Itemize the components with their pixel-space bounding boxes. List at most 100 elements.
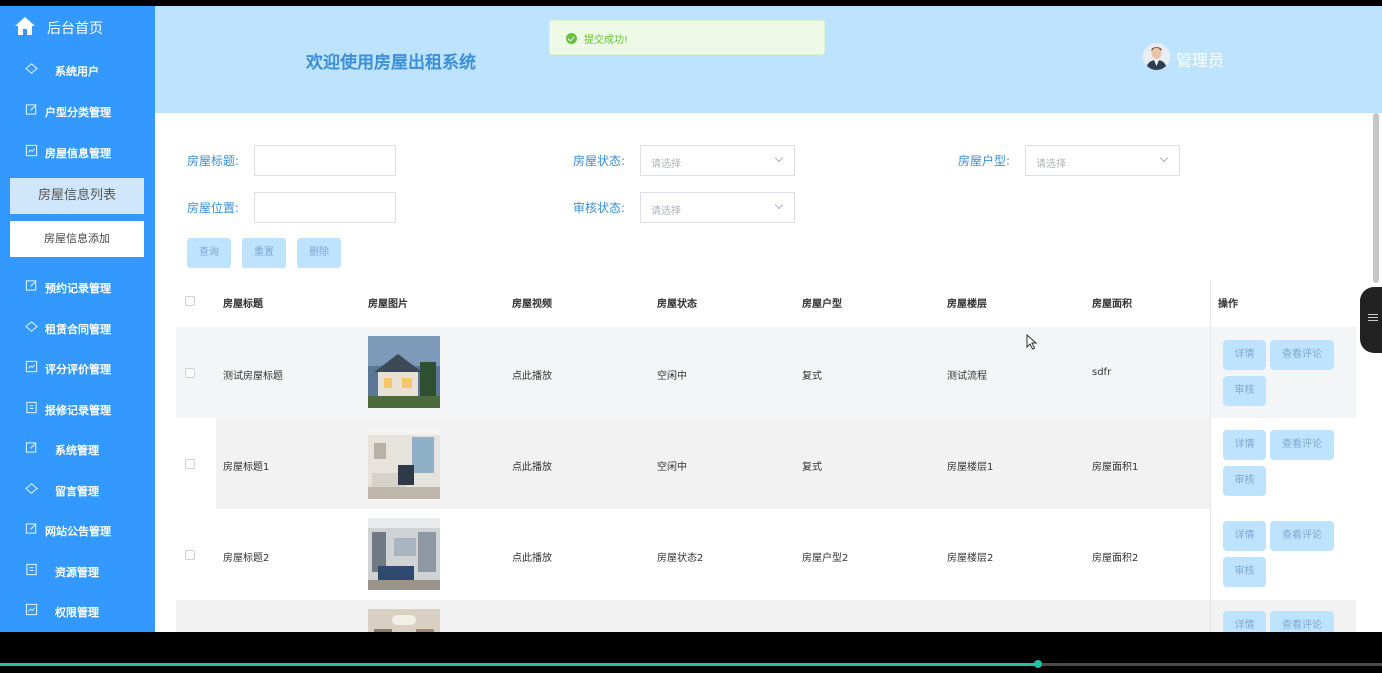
row-checkbox[interactable] bbox=[185, 459, 195, 469]
house-image[interactable] bbox=[368, 336, 440, 408]
query-button[interactable]: 查询 bbox=[187, 238, 231, 268]
check-circle-icon bbox=[566, 33, 577, 44]
sidebar-item-reservation[interactable]: 预约记录管理 bbox=[0, 267, 155, 307]
chevron-down-icon bbox=[774, 200, 784, 210]
detail-button[interactable]: 详情 bbox=[1223, 430, 1266, 460]
house-table: 房屋标题 房屋图片 房屋视频 房屋状态 房屋户型 房屋楼层 房屋面积 操作 测试… bbox=[176, 280, 1356, 632]
edit-icon bbox=[25, 104, 37, 115]
view-comments-button[interactable]: 查看评论 bbox=[1270, 430, 1334, 460]
diamond-icon bbox=[25, 63, 38, 74]
sidebar-item-contract[interactable]: 租赁合同管理 bbox=[0, 308, 155, 348]
sidebar-item-label: 报修记录管理 bbox=[45, 404, 111, 417]
sidebar-item-rating[interactable]: 评分评价管理 bbox=[0, 348, 155, 388]
type-select[interactable]: 请选择 bbox=[1025, 145, 1180, 176]
cell-area: 房屋面积1 bbox=[1092, 462, 1139, 473]
table-row: 房屋标题2 点此播放 房屋状态2 房屋户型2 房屋楼层2 房屋面积2 bbox=[176, 509, 1356, 600]
cell-title: 房屋标题2 bbox=[223, 553, 270, 564]
sidebar-item-label: 预约记录管理 bbox=[45, 282, 111, 295]
video-progress-bar[interactable] bbox=[0, 632, 1382, 673]
sidebar: 后台首页 系统用户 户型分类管理 房屋信息管理 房屋信息列表 房屋信息添加 预约… bbox=[0, 6, 155, 632]
user-name[interactable]: 管理员 bbox=[1176, 47, 1224, 71]
site-title: 欢迎使用房屋出租系统 bbox=[306, 53, 476, 73]
sidebar-item-notices[interactable]: 网站公告管理 bbox=[0, 510, 155, 550]
chart-icon bbox=[25, 144, 38, 157]
column-header: 房屋标题 bbox=[223, 299, 263, 310]
cell-status: 空闲中 bbox=[657, 371, 687, 382]
table-row: 测试房屋标题 点此播放 空闲中 复式 测试流程 sdfr bbox=[176, 327, 1356, 418]
cell-floor: 测试流程 bbox=[947, 371, 987, 382]
sidebar-item-label: 系统管理 bbox=[55, 444, 99, 457]
sidebar-item-label: 评分评价管理 bbox=[45, 363, 111, 376]
cell-video[interactable]: 点此播放 bbox=[512, 549, 552, 564]
status-placeholder: 请选择 bbox=[651, 159, 681, 170]
audit-button[interactable]: 审核 bbox=[1223, 376, 1266, 406]
sidebar-item-label: 留言管理 bbox=[55, 485, 99, 498]
column-header: 房屋楼层 bbox=[947, 299, 987, 310]
select-all-checkbox[interactable] bbox=[185, 296, 195, 306]
reset-button[interactable]: 重置 bbox=[242, 238, 286, 268]
progress-fill bbox=[0, 663, 1038, 666]
sidebar-item-label: 网站公告管理 bbox=[45, 525, 111, 538]
sidebar-item-messages[interactable]: 留言管理 bbox=[0, 470, 155, 510]
location-input[interactable] bbox=[254, 192, 396, 223]
sidebar-item-users[interactable]: 系统用户 bbox=[0, 50, 155, 90]
detail-button[interactable]: 详情 bbox=[1223, 340, 1266, 370]
chart-icon bbox=[25, 603, 38, 616]
delete-button[interactable]: 删除 bbox=[297, 238, 341, 268]
table-row: 房屋标题1 点此播放 空闲中 复式 房屋楼层1 房屋面积1 bbox=[176, 418, 1356, 509]
status-label: 房屋状态: bbox=[573, 154, 626, 168]
audit-button[interactable]: 审核 bbox=[1223, 466, 1266, 496]
house-image[interactable] bbox=[368, 609, 440, 632]
sidebar-item-house-info[interactable]: 房屋信息管理 bbox=[0, 132, 155, 172]
sidebar-subitem-house-list[interactable]: 房屋信息列表 bbox=[10, 178, 144, 214]
house-image[interactable] bbox=[368, 518, 440, 590]
row-checkbox[interactable] bbox=[185, 550, 195, 560]
audit-label: 审核状态: bbox=[573, 201, 626, 215]
column-header: 房屋图片 bbox=[368, 299, 408, 310]
detail-button[interactable]: 详情 bbox=[1223, 521, 1266, 551]
cell-title: 测试房屋标题 bbox=[223, 371, 283, 382]
diamond-icon bbox=[25, 483, 38, 494]
edit-icon bbox=[25, 280, 37, 291]
audit-select[interactable]: 请选择 bbox=[640, 192, 795, 223]
sidebar-item-permissions[interactable]: 权限管理 bbox=[0, 591, 155, 631]
diamond-icon bbox=[25, 321, 38, 332]
app-window: 后台首页 系统用户 户型分类管理 房屋信息管理 房屋信息列表 房屋信息添加 预约… bbox=[0, 6, 1382, 632]
sidebar-home[interactable]: 后台首页 bbox=[0, 6, 155, 48]
view-comments-button[interactable]: 查看评论 bbox=[1270, 340, 1334, 370]
location-label: 房屋位置: bbox=[187, 201, 240, 215]
progress-handle[interactable] bbox=[1034, 660, 1042, 668]
view-comments-button[interactable]: 查看评论 bbox=[1270, 611, 1334, 632]
side-panel-handle[interactable] bbox=[1360, 287, 1382, 353]
cell-video[interactable]: 点此播放 bbox=[512, 367, 552, 382]
avatar[interactable] bbox=[1143, 43, 1170, 70]
sidebar-item-repair[interactable]: 报修记录管理 bbox=[0, 389, 155, 429]
sidebar-item-system[interactable]: 系统管理 bbox=[0, 429, 155, 469]
toast-message: 提交成功! bbox=[584, 35, 629, 46]
status-select[interactable]: 请选择 bbox=[640, 145, 795, 176]
sidebar-item-label: 权限管理 bbox=[55, 606, 99, 619]
title-input[interactable] bbox=[254, 145, 396, 176]
cell-area: 房屋面积2 bbox=[1092, 553, 1139, 564]
menu-icon bbox=[1368, 317, 1378, 318]
cell-video[interactable]: 点此播放 bbox=[512, 458, 552, 473]
sidebar-item-unit-type[interactable]: 户型分类管理 bbox=[0, 91, 155, 131]
note-icon bbox=[26, 563, 37, 576]
row-background bbox=[216, 418, 1210, 509]
note-icon bbox=[26, 401, 37, 414]
detail-button[interactable]: 详情 bbox=[1223, 611, 1266, 632]
scrollbar[interactable] bbox=[1373, 113, 1379, 283]
house-image[interactable] bbox=[368, 427, 440, 499]
success-toast: 提交成功! bbox=[549, 20, 825, 55]
view-comments-button[interactable]: 查看评论 bbox=[1270, 521, 1334, 551]
sidebar-item-label: 户型分类管理 bbox=[45, 106, 111, 119]
sidebar-item-resources[interactable]: 资源管理 bbox=[0, 551, 155, 591]
edit-icon bbox=[25, 442, 37, 453]
row-checkbox[interactable] bbox=[185, 368, 195, 378]
title-label: 房屋标题: bbox=[187, 154, 240, 168]
cell-status: 房屋状态2 bbox=[657, 553, 704, 564]
cell-type: 房屋户型2 bbox=[802, 553, 849, 564]
audit-button[interactable]: 审核 bbox=[1223, 557, 1266, 587]
sidebar-subitem-house-add[interactable]: 房屋信息添加 bbox=[10, 221, 144, 257]
column-header: 房屋面积 bbox=[1092, 299, 1132, 310]
